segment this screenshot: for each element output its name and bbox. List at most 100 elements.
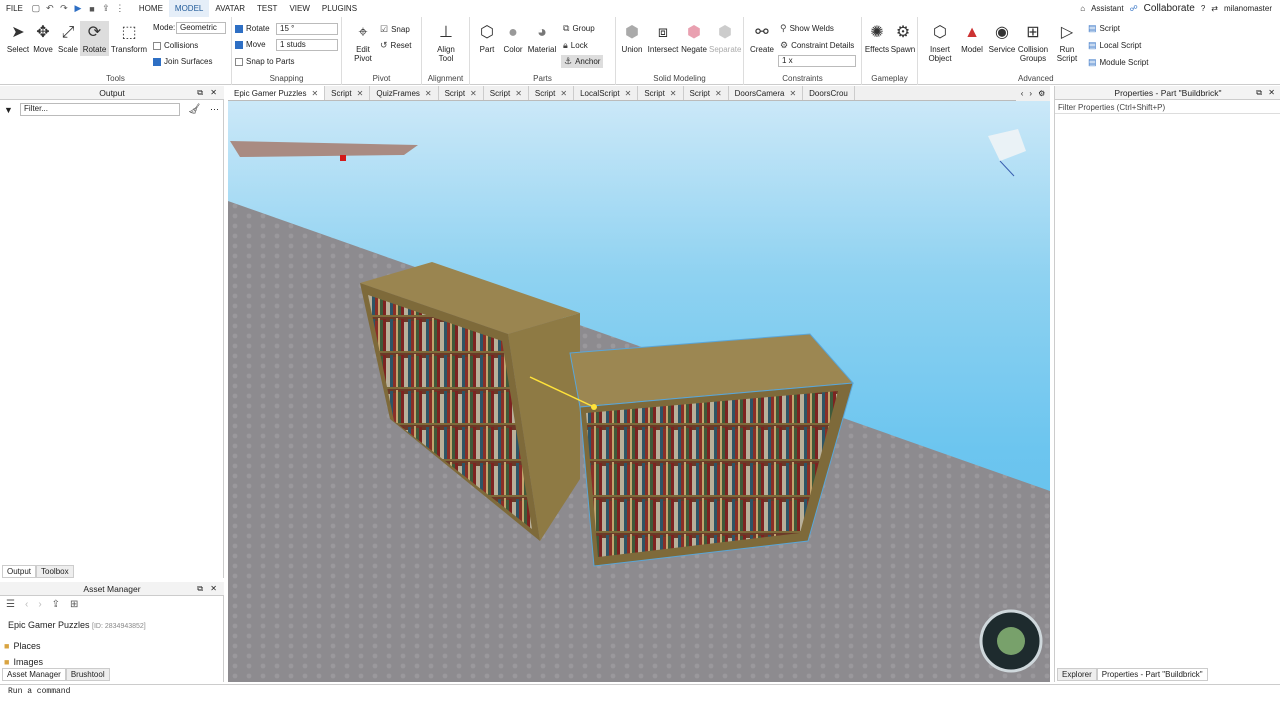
close-icon[interactable]: ✕ (625, 86, 632, 100)
close-icon[interactable]: ✕ (311, 86, 318, 100)
chevron-left-icon[interactable]: ‹ (1021, 89, 1024, 98)
help-icon[interactable]: ? (1201, 4, 1205, 13)
redo-icon[interactable]: ↷ (57, 0, 71, 17)
tab-document[interactable]: DoorsCamera ✕ (729, 86, 804, 100)
local-script-button[interactable]: ▤ Local Script (1088, 40, 1141, 51)
tab-explorer[interactable]: Explorer (1057, 668, 1097, 681)
publish-icon[interactable]: ⇪ (99, 0, 113, 17)
assistant-icon[interactable]: ⌂ (1080, 4, 1085, 13)
lock-button[interactable]: 🔒︎ Lock (563, 40, 588, 51)
tab-document[interactable]: Script ✕ (638, 86, 684, 100)
username[interactable]: milanomaster (1224, 4, 1272, 13)
move-snap-toggle[interactable]: Move (235, 40, 266, 49)
close-icon[interactable]: ✕ (670, 86, 677, 100)
clear-output-icon[interactable]: 🧹︎ (188, 104, 201, 115)
collision-groups-button[interactable]: ⊞ Collision Groups (1016, 23, 1050, 63)
close-icon[interactable]: ✕ (715, 86, 722, 100)
places-folder[interactable]: ■ Places (4, 641, 40, 651)
more-icon[interactable]: ⋮ (113, 0, 127, 17)
module-script-button[interactable]: ▤ Module Script (1088, 57, 1148, 68)
undock-icon[interactable]: ⧉ (1256, 88, 1262, 98)
mode-select[interactable]: Geometric (176, 22, 226, 34)
move-snap-input[interactable]: 1 studs (276, 39, 338, 51)
part-button[interactable]: ⬡ Part (474, 23, 500, 54)
tab-document[interactable]: Epic Gamer Puzzles ✕ (228, 86, 326, 100)
tab-document[interactable]: Script ✕ (439, 86, 484, 100)
collaborate-icon[interactable]: ☍ (1130, 4, 1138, 13)
menu-avatar[interactable]: AVATAR (209, 0, 251, 17)
menu-view[interactable]: VIEW (283, 0, 315, 17)
forward-icon[interactable]: › (38, 599, 41, 610)
list-icon[interactable]: ☰ (6, 599, 15, 610)
more-options-icon[interactable]: ⋯ (210, 104, 219, 115)
align-tool-button[interactable]: ⊥ Align Tool (430, 23, 462, 63)
rotate-snap-toggle[interactable]: Rotate (235, 24, 270, 33)
tab-output[interactable]: Output (2, 565, 37, 578)
tab-document[interactable]: QuizFrames ✕ (370, 86, 439, 100)
undock-icon[interactable]: ⧉ (197, 584, 203, 594)
collaborate-button[interactable]: Collaborate (1144, 3, 1195, 14)
stop-icon[interactable]: ■ (85, 0, 99, 17)
negate-button[interactable]: ⬢ Negate (680, 23, 708, 54)
constraint-details-toggle[interactable]: ⚙ Constraint Details (780, 40, 854, 51)
spawn-button[interactable]: ⚙ Spawn (890, 23, 916, 54)
separate-button[interactable]: ⬢ Separate (709, 23, 741, 54)
tab-document[interactable]: Script ✕ (484, 86, 529, 100)
model-button[interactable]: ▲ Model (958, 23, 986, 54)
close-icon[interactable]: ✕ (357, 86, 364, 100)
close-icon[interactable]: ✕ (425, 86, 432, 100)
close-icon[interactable]: ✕ (515, 86, 522, 100)
insert-object-button[interactable]: ⬡ Insert Object (926, 23, 954, 63)
constraint-scale-input[interactable]: 1 x (778, 55, 856, 67)
settings-icon[interactable]: ⚙ (1038, 89, 1045, 98)
edit-pivot-button[interactable]: ⌖ Edit Pivot (348, 23, 378, 63)
menu-home[interactable]: HOME (133, 0, 169, 17)
properties-filter-input[interactable]: Filter Properties (Ctrl+Shift+P) (1055, 101, 1280, 114)
menu-model[interactable]: MODEL (168, 0, 210, 17)
tab-asset-manager[interactable]: Asset Manager (2, 668, 66, 681)
3d-viewport[interactable] (228, 101, 1050, 682)
rotate-tool[interactable]: ⟳ Rotate (80, 21, 109, 56)
script-button[interactable]: ▤ Script (1088, 23, 1120, 34)
intersect-button[interactable]: ⧈ Intersect (647, 23, 679, 54)
pivot-reset-button[interactable]: ↺ Reset (380, 40, 411, 51)
pivot-snap-button[interactable]: ☑ Snap (380, 24, 410, 35)
tab-brushtool[interactable]: Brushtool (65, 668, 110, 681)
play-icon[interactable]: ▶ (71, 0, 85, 17)
menu-test[interactable]: TEST (251, 0, 283, 17)
tab-document[interactable]: LocalScript ✕ (574, 86, 639, 100)
pivot-point[interactable] (591, 404, 597, 410)
rotate-snap-input[interactable]: 15 ° (276, 23, 338, 35)
undo-icon[interactable]: ↶ (43, 0, 57, 17)
menu-file[interactable]: FILE (0, 0, 29, 17)
group-button[interactable]: ⧉ Group (563, 23, 595, 34)
view-cube[interactable] (988, 129, 1026, 161)
join-surfaces-toggle[interactable]: Join Surfaces (153, 57, 212, 66)
select-tool[interactable]: ➤ Select (4, 23, 32, 54)
show-welds-toggle[interactable]: ⚲ Show Welds (780, 23, 834, 34)
upload-icon[interactable]: ⇪ (52, 599, 60, 610)
run-script-button[interactable]: ▷ Run Script (1052, 23, 1082, 63)
tab-properties[interactable]: Properties - Part "Buildbrick" (1096, 668, 1208, 681)
tab-toolbox[interactable]: Toolbox (36, 565, 74, 578)
close-icon[interactable]: ✕ (560, 86, 567, 100)
grid-icon[interactable]: ⊞ (70, 599, 78, 610)
material-button[interactable]: ◕ Material (526, 23, 558, 54)
close-icon[interactable]: ✕ (789, 86, 796, 100)
effects-button[interactable]: ✺ Effects (864, 23, 890, 54)
transform-tool[interactable]: ⬚ Transform (110, 23, 148, 54)
tab-document[interactable]: Script ✕ (684, 86, 729, 100)
scale-tool[interactable]: ⤢ Scale (55, 23, 81, 54)
union-button[interactable]: ⬢ Union (618, 23, 646, 54)
color-button[interactable]: ● Color (500, 23, 526, 54)
service-button[interactable]: ◉ Service (986, 23, 1018, 54)
output-filter-input[interactable]: Filter... (20, 103, 180, 116)
tab-document[interactable]: DoorsCrou (803, 86, 855, 100)
close-icon[interactable]: ✕ (1268, 88, 1275, 97)
share-icon[interactable]: ⇄ (1211, 4, 1218, 13)
images-folder[interactable]: ■ Images (4, 657, 43, 667)
close-icon[interactable]: ✕ (470, 86, 477, 100)
chevron-right-icon[interactable]: › (1029, 89, 1032, 98)
assistant-button[interactable]: Assistant (1091, 4, 1123, 13)
tab-document[interactable]: Script ✕ (325, 86, 371, 100)
